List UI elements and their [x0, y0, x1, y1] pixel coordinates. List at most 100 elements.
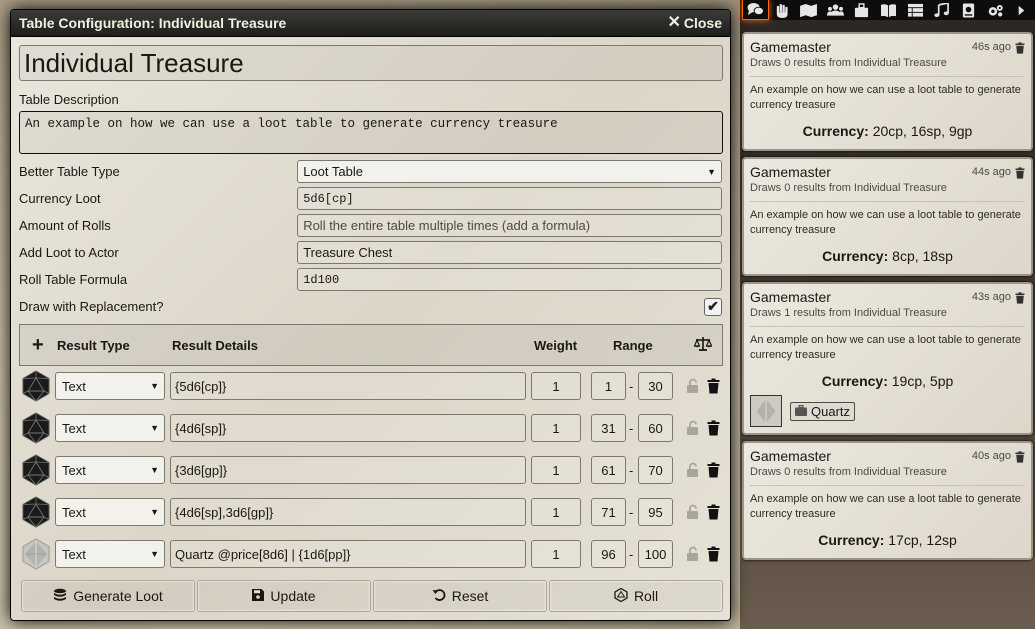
trash-icon[interactable]: [707, 378, 720, 394]
add-loot-actor-input[interactable]: Treasure Chest: [297, 241, 722, 264]
chevron-down-icon: ▼: [150, 465, 159, 475]
range-high-input[interactable]: 70: [638, 456, 673, 484]
result-type-value: Text: [62, 462, 86, 478]
tables-icon[interactable]: [902, 0, 929, 20]
reset-label: Reset: [451, 588, 489, 604]
normalize-scale-icon[interactable]: [693, 336, 713, 355]
currency-loot-input[interactable]: 5d6[cp]: [297, 187, 722, 210]
weight-input[interactable]: 1: [531, 372, 581, 400]
range-low-input[interactable]: 71: [591, 498, 626, 526]
trash-icon[interactable]: [1015, 166, 1025, 179]
range-high-input[interactable]: 95: [638, 498, 673, 526]
add-result-button[interactable]: +: [32, 334, 44, 357]
trash-icon[interactable]: [707, 504, 720, 520]
weight-input[interactable]: 1: [531, 456, 581, 484]
trash-icon[interactable]: [1015, 41, 1025, 54]
settings-icon[interactable]: [982, 0, 1009, 20]
weight-input[interactable]: 1: [531, 540, 581, 568]
items-icon[interactable]: [849, 0, 876, 20]
result-type-select[interactable]: Text ▼: [55, 540, 165, 568]
unlock-icon[interactable]: [686, 546, 700, 562]
range-high-input[interactable]: 30: [638, 372, 673, 400]
range-low-input[interactable]: 61: [591, 456, 626, 484]
header-weight: Weight: [534, 337, 578, 353]
weight-input[interactable]: 1: [531, 498, 581, 526]
message-description: An example on how we can use a loot tabl…: [750, 493, 1021, 520]
journal-icon[interactable]: [875, 0, 902, 20]
message-description: An example on how we can use a loot tabl…: [750, 209, 1021, 236]
result-type-value: Text: [62, 504, 86, 520]
result-type-select[interactable]: Text ▼: [55, 456, 165, 484]
compendium-icon[interactable]: [955, 0, 982, 20]
trash-icon[interactable]: [707, 462, 720, 478]
chevron-down-icon: ▼: [150, 549, 159, 559]
field-row-add-loot: Add Loot to Actor Treasure Chest: [19, 239, 722, 266]
currency-line: Currency: 17cp, 12sp: [750, 532, 1025, 548]
d20-black-icon[interactable]: [21, 412, 51, 444]
scenes-icon[interactable]: [795, 0, 822, 20]
d20-black-icon[interactable]: [21, 370, 51, 402]
result-details-input[interactable]: {5d6[cp]}: [170, 372, 526, 400]
trash-icon[interactable]: [707, 546, 720, 562]
result-details-input[interactable]: Quartz @price[8d6] | {1d6[pp]}: [170, 540, 526, 568]
chat-icon[interactable]: [742, 0, 769, 20]
playlists-icon[interactable]: [929, 0, 956, 20]
description-textarea[interactable]: An example on how we can use a loot tabl…: [19, 111, 723, 154]
update-button[interactable]: Update: [197, 580, 371, 612]
range-high-input[interactable]: 60: [638, 414, 673, 442]
close-button[interactable]: ✕ Close: [667, 15, 722, 32]
table-name-input[interactable]: Individual Treasure: [19, 45, 723, 81]
roll-formula-input[interactable]: 1d100: [297, 268, 722, 291]
collapse-icon[interactable]: [1008, 0, 1035, 20]
range-high-input[interactable]: 100: [638, 540, 673, 568]
trash-icon[interactable]: [707, 420, 720, 436]
table-type-select[interactable]: Loot Table ▼: [297, 160, 722, 183]
chat-message: Gamemaster 46s ago Draws 0 results from …: [742, 32, 1033, 151]
combat-icon[interactable]: [769, 0, 796, 20]
range-low-input[interactable]: 96: [591, 540, 626, 568]
generate-loot-button[interactable]: Generate Loot: [21, 580, 195, 612]
d20-black-icon[interactable]: [21, 454, 51, 486]
result-details-input[interactable]: {4d6[sp]}: [170, 414, 526, 442]
window-content: Individual Treasure Table Description An…: [11, 37, 730, 620]
unlock-icon[interactable]: [686, 420, 700, 436]
chat-message: Gamemaster 43s ago Draws 1 results from …: [742, 282, 1033, 435]
result-type-select[interactable]: Text ▼: [55, 372, 165, 400]
result-details-input[interactable]: {3d6[gp]}: [170, 456, 526, 484]
currency-line: Currency: 8cp, 18sp: [750, 248, 1025, 264]
weight-input[interactable]: 1: [531, 414, 581, 442]
trash-icon[interactable]: [1015, 291, 1025, 304]
currency-value: 20cp, 16sp, 9gp: [872, 123, 973, 139]
range-dash: -: [629, 463, 634, 478]
results-header: + Result Type Result Details Weight Rang…: [19, 324, 723, 366]
d20-black-icon[interactable]: [21, 496, 51, 528]
crystal-icon[interactable]: [21, 538, 51, 570]
message-flavor: Draws 0 results from Individual Treasure: [750, 466, 1025, 486]
actors-icon[interactable]: [822, 0, 849, 20]
unlock-icon[interactable]: [686, 462, 700, 478]
replacement-checkbox[interactable]: ✔: [704, 297, 722, 316]
roll-button[interactable]: Roll: [549, 580, 723, 612]
result-type-select[interactable]: Text ▼: [55, 498, 165, 526]
currency-value: 8cp, 18sp: [892, 248, 953, 264]
field-label: Add Loot to Actor: [19, 245, 119, 260]
unlock-icon[interactable]: [686, 378, 700, 394]
window-header[interactable]: Table Configuration: Individual Treasure…: [11, 10, 730, 37]
range-low-input[interactable]: 1: [591, 372, 626, 400]
currency-label: Currency:: [818, 532, 885, 548]
amount-rolls-input[interactable]: Roll the entire table multiple times (ad…: [297, 214, 722, 237]
dice-icon: [614, 587, 628, 605]
unlock-icon[interactable]: [686, 504, 700, 520]
reset-button[interactable]: Reset: [373, 580, 547, 612]
item-link[interactable]: Quartz: [790, 401, 856, 421]
result-type-select[interactable]: Text ▼: [55, 414, 165, 442]
field-row-table-type: Better Table Type Loot Table ▼: [19, 158, 722, 185]
suitcase-icon: [795, 404, 807, 419]
range-low-input[interactable]: 31: [591, 414, 626, 442]
trash-icon[interactable]: [1015, 450, 1025, 463]
header-result-type: Result Type: [57, 337, 130, 353]
update-label: Update: [270, 588, 316, 604]
chat-message: Gamemaster 40s ago Draws 0 results from …: [742, 441, 1033, 560]
result-type-value: Text: [62, 420, 86, 436]
result-details-input[interactable]: {4d6[sp],3d6[gp]}: [170, 498, 526, 526]
